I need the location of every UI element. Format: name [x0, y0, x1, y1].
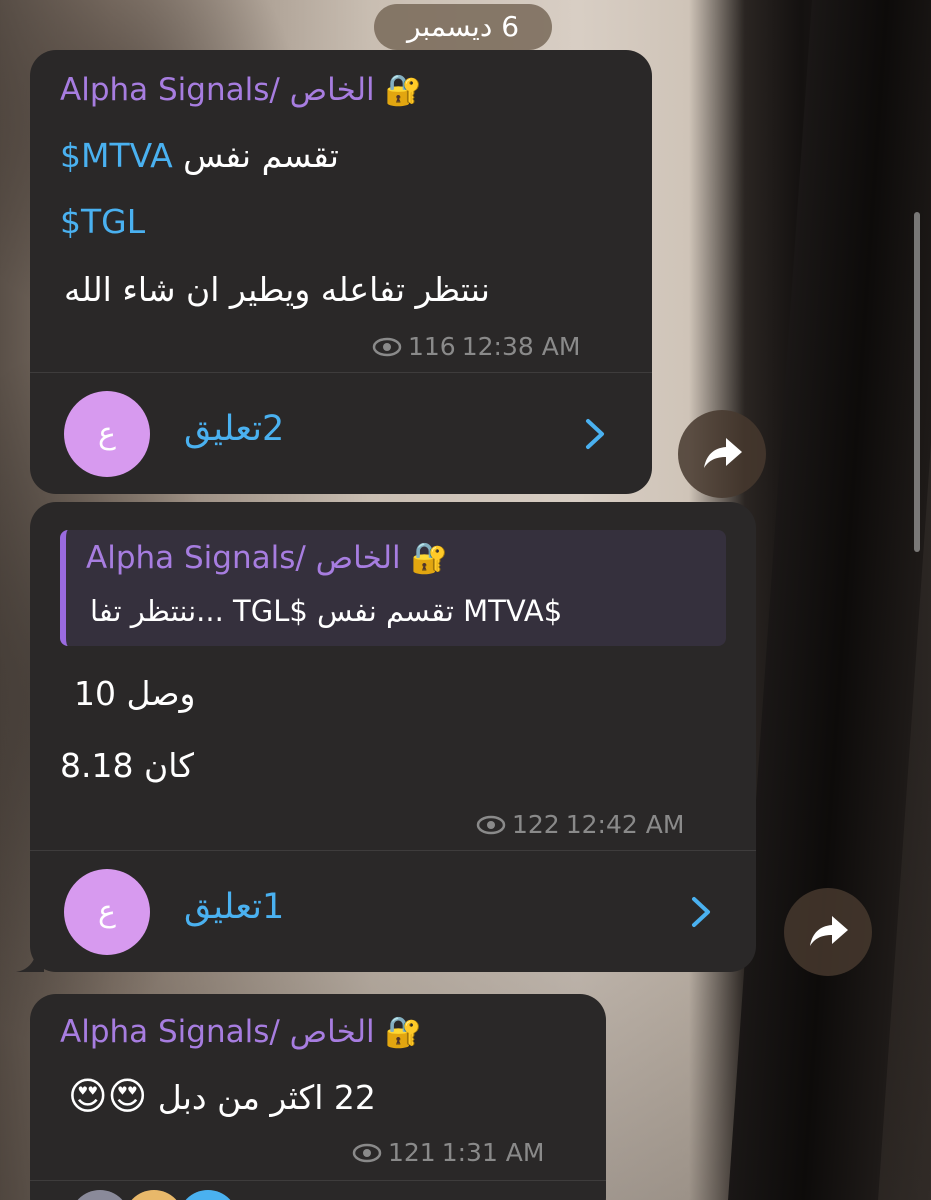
share-arrow-icon — [704, 438, 742, 468]
chevron-right-icon — [692, 897, 710, 927]
share-button[interactable] — [784, 888, 872, 976]
comments-row[interactable]: ع 1تعليق — [30, 851, 756, 972]
message-line: 😍😍 22 اكثر من دبل — [68, 1074, 376, 1118]
message-line: ننتظر تفاعله ويطير ان شاء الله — [64, 270, 490, 309]
message-line: كان 8.18 — [60, 746, 194, 785]
avatar — [124, 1190, 184, 1200]
lock-with-key-icon: 🔐 — [384, 73, 422, 108]
comments-label: 2تعليق — [184, 409, 285, 449]
message-meta: 116 12:38 AM — [372, 332, 580, 361]
message-line: وصل 10 — [74, 674, 196, 713]
message-line: $MTVA تقسم نفس — [60, 136, 339, 175]
bubble-tail — [16, 944, 44, 972]
message-bubble-3[interactable]: Alpha Signals/ الخاص 🔐 😍😍 22 اكثر من دبل… — [30, 994, 606, 1200]
avatar — [178, 1190, 238, 1200]
reply-sender: Alpha Signals/ الخاص 🔐 — [86, 540, 448, 576]
message-meta: 121 1:31 AM — [352, 1138, 544, 1167]
avatar: ع — [64, 391, 150, 477]
view-count: 122 — [512, 810, 560, 839]
message-time: 1:31 AM — [441, 1138, 545, 1167]
share-button[interactable] — [678, 410, 766, 498]
message-time: 12:38 AM — [461, 332, 581, 361]
lock-with-key-icon: 🔐 — [410, 541, 448, 576]
cashtag-link[interactable]: $TGL — [60, 202, 145, 241]
chevron-right-icon — [586, 419, 604, 449]
message-bubble-1[interactable]: Alpha Signals/ الخاص 🔐 $MTVA تقسم نفس $T… — [30, 50, 652, 494]
comments-label: 1تعليق — [184, 887, 285, 927]
message-time: 12:42 AM — [565, 810, 685, 839]
heart-eyes-emoji: 😍😍 — [68, 1074, 148, 1118]
eye-icon — [476, 815, 506, 834]
sender-name[interactable]: Alpha Signals/ الخاص 🔐 — [60, 1014, 422, 1050]
reply-quote[interactable]: Alpha Signals/ الخاص 🔐 $MTVA تقسم نفس $T… — [60, 530, 726, 646]
comments-row[interactable]: ع 2تعليق — [30, 373, 652, 494]
cashtag-link[interactable]: $MTVA — [60, 136, 173, 175]
message-bubble-2[interactable]: Alpha Signals/ الخاص 🔐 $MTVA تقسم نفس $T… — [30, 502, 756, 972]
view-count: 116 — [408, 332, 456, 361]
reply-text: $MTVA تقسم نفس $TGL ...ننتظر تفا — [90, 594, 563, 628]
view-count: 121 — [388, 1138, 436, 1167]
avatar: ع — [64, 869, 150, 955]
sender-name[interactable]: Alpha Signals/ الخاص 🔐 — [60, 72, 422, 108]
scrollbar[interactable] — [914, 212, 920, 552]
date-separator: 6 ديسمبر — [374, 4, 552, 50]
message-meta: 122 12:42 AM — [476, 810, 684, 839]
eye-icon — [372, 337, 402, 356]
lock-with-key-icon: 🔐 — [384, 1015, 422, 1050]
eye-icon — [352, 1143, 382, 1162]
share-arrow-icon — [810, 916, 848, 946]
divider — [30, 1180, 606, 1181]
commenter-avatars[interactable] — [70, 1190, 270, 1200]
avatar — [70, 1190, 130, 1200]
